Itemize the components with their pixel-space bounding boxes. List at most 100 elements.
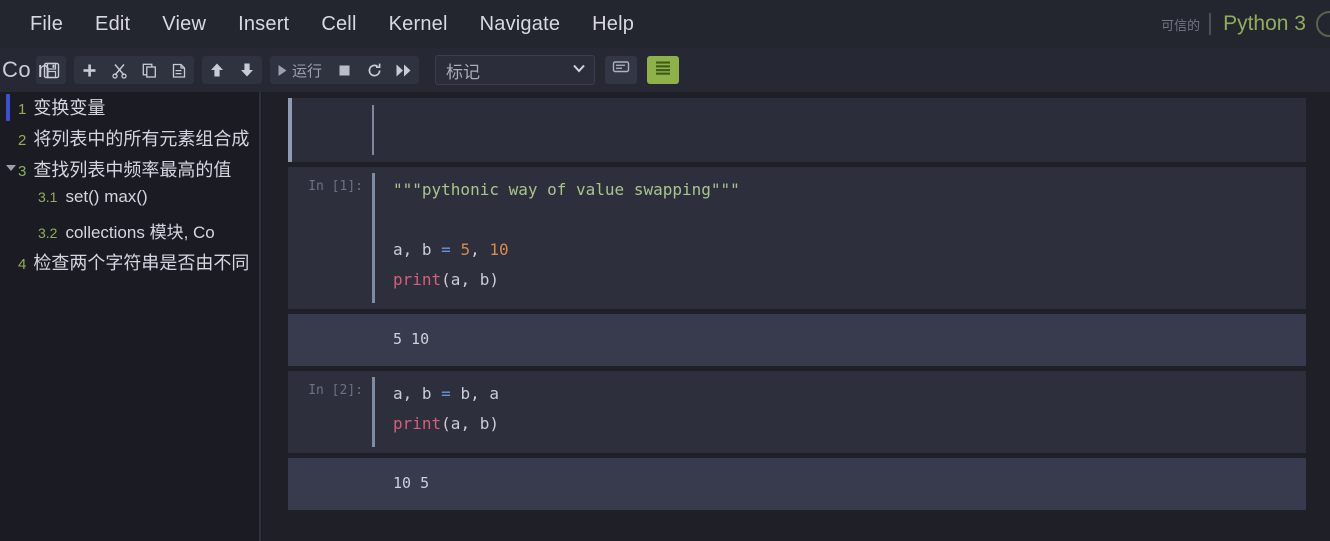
run-cell-button[interactable]: 运行: [270, 56, 329, 84]
code-cell[interactable]: In [2]:a, b = b, aprint(a, b): [288, 371, 1306, 453]
toc-item-2[interactable]: 2 将列表中的所有元素组合成: [0, 125, 258, 156]
menu-bar-items: FileEditViewInsertCellKernelNavigateHelp: [0, 9, 650, 40]
menu-bar-status: 可信的 Python 3: [1161, 0, 1330, 48]
menu-kernel[interactable]: Kernel: [373, 9, 464, 40]
toc-item-4[interactable]: 4检查两个字符串是否由不同: [0, 249, 258, 280]
code-editor-area[interactable]: a, b = b, aprint(a, b): [393, 371, 1306, 453]
notebook-cells-container: In [1]: """pythonic way of value swapping…: [262, 92, 1330, 510]
menu-file[interactable]: File: [14, 9, 79, 40]
sidebar-resize-divider[interactable]: [259, 92, 261, 541]
code-token: a, b: [393, 384, 441, 403]
execution-count-prompt: In [2]:: [308, 383, 363, 398]
toc-item-label: collections 模块, Co: [65, 218, 214, 243]
toc-item-3[interactable]: 3 查找列表中频率最高的值: [0, 156, 258, 187]
paste-icon: [171, 62, 188, 79]
stop-square-icon: [337, 63, 352, 78]
cell-type-value: 标记: [446, 58, 480, 83]
cell-output: 10 5: [288, 458, 1306, 510]
cut-button[interactable]: [104, 56, 134, 84]
toc-item-3-1[interactable]: 3.1set() max(): [0, 187, 258, 218]
code-token: """pythonic way of value swapping""": [393, 180, 740, 199]
code-token: (a, b): [441, 414, 499, 433]
cell-type-select[interactable]: 标记: [435, 55, 595, 85]
cell-gutter: [288, 98, 372, 162]
output-text: 5 10: [372, 314, 429, 366]
output-gutter: [288, 458, 372, 510]
restart-and-run-all-button[interactable]: [389, 56, 419, 84]
toc-item-number: 3: [18, 163, 26, 180]
kernel-idle-circle-icon[interactable]: [1316, 11, 1330, 37]
fast-forward-icon: [395, 63, 413, 78]
toolbar-group-run: 运行: [270, 56, 419, 84]
menu-cell[interactable]: Cell: [305, 9, 372, 40]
table-of-contents-icon: [654, 60, 672, 81]
menu-insert[interactable]: Insert: [222, 9, 305, 40]
cell-prompt-column: In [1]:: [288, 167, 372, 309]
toc-item-label: 变换变量: [33, 94, 105, 120]
output-text: 10 5: [372, 458, 429, 510]
save-button[interactable]: [36, 56, 66, 84]
scissors-icon: [111, 62, 128, 79]
code-line: print(a, b): [393, 265, 1306, 295]
toc-item-number: 4: [18, 256, 26, 273]
execution-count-prompt: In [1]:: [308, 179, 363, 194]
save-icon: [43, 62, 60, 79]
command-palette-button[interactable]: [605, 56, 637, 84]
toc-item-1[interactable]: 1变换变量: [0, 94, 258, 125]
notebook-pane[interactable]: In [1]: """pythonic way of value swapping…: [262, 92, 1330, 541]
toc-list: 1变换变量 2 将列表中的所有元素组合成 3 查找列表中频率最高的值 3.1set() m…: [0, 92, 258, 280]
code-cell[interactable]: In [1]: """pythonic way of value swapping…: [288, 167, 1306, 309]
toolbar-group-move: [202, 56, 262, 84]
code-line: print(a, b): [393, 409, 1306, 439]
jupyter-notebook-window: FileEditViewInsertCellKernelNavigateHelp…: [0, 0, 1330, 541]
add-cell-button[interactable]: [74, 56, 104, 84]
menu-help[interactable]: Help: [576, 9, 650, 40]
code-token: [451, 240, 461, 259]
toolbar-group-insert-edit: [74, 56, 194, 84]
page-title: [396, 111, 414, 149]
copy-icon: [141, 62, 158, 79]
toolbar-group-file: [36, 56, 66, 84]
menu-edit[interactable]: Edit: [79, 9, 146, 40]
toggle-toc-button[interactable]: [647, 56, 679, 84]
code-token: 5: [460, 240, 470, 259]
toc-item-label: 将列表中的所有元素组合成: [33, 125, 249, 151]
kernel-name-label: Python 3: [1223, 12, 1306, 36]
code-token: 10: [489, 240, 508, 259]
toc-item-number: 2: [18, 132, 26, 149]
toc-item-label: set() max(): [65, 187, 147, 207]
interrupt-kernel-button[interactable]: [329, 56, 359, 84]
move-cell-down-button[interactable]: [232, 56, 262, 84]
cell-output: 5 10: [288, 314, 1306, 366]
menu-view[interactable]: View: [146, 9, 222, 40]
code-token: a, b: [393, 240, 441, 259]
code-editor-area[interactable]: """pythonic way of value swapping""" a, …: [393, 167, 1306, 309]
chevron-down-icon[interactable]: [6, 165, 16, 171]
copy-button[interactable]: [134, 56, 164, 84]
paste-button[interactable]: [164, 56, 194, 84]
menu-navigate[interactable]: Navigate: [464, 9, 577, 40]
cell-prompt-column: In [2]:: [288, 371, 372, 453]
code-token: =: [441, 240, 451, 259]
toc-item-label: 查找列表中频率最高的值: [33, 156, 231, 182]
toc-item-3-2[interactable]: 3.2collections 模块, Co: [0, 218, 258, 249]
play-icon: [277, 64, 288, 77]
cell-left-bar: [372, 377, 375, 447]
arrow-up-icon: [208, 61, 226, 79]
code-token: ,: [470, 240, 489, 259]
toc-selected-indicator: [6, 94, 10, 121]
toolbar: Co n: [0, 48, 1330, 92]
code-line: a, b = b, a: [393, 379, 1306, 409]
code-line: a, b = 5, 10: [393, 235, 1306, 265]
keyboard-icon: [612, 60, 630, 80]
plus-icon: [81, 62, 98, 79]
trusted-badge: 可信的: [1161, 15, 1209, 34]
markdown-heading-cell[interactable]: [288, 98, 1306, 162]
restart-kernel-button[interactable]: [359, 56, 389, 84]
run-button-label: 运行: [292, 60, 322, 81]
code-token: print: [393, 414, 441, 433]
move-cell-up-button[interactable]: [202, 56, 232, 84]
restart-circular-arrow-icon: [366, 62, 383, 79]
chevron-down-icon: [571, 60, 587, 81]
arrow-down-icon: [238, 61, 256, 79]
